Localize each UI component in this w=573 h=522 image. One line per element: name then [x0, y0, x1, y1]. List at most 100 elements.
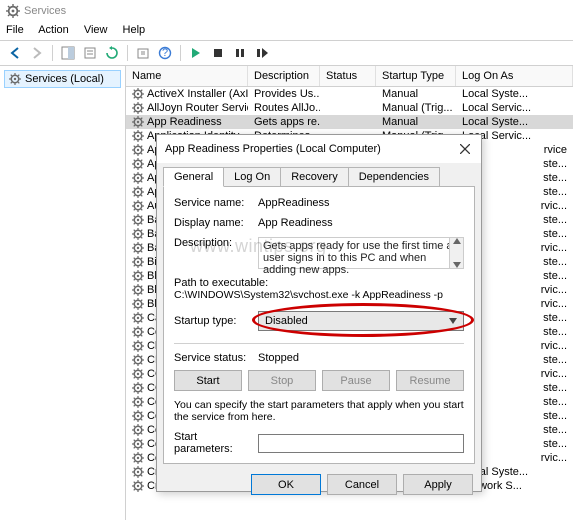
- col-startup-type[interactable]: Startup Type: [376, 66, 456, 86]
- gear-icon: [132, 158, 144, 170]
- help-icon[interactable]: ?: [156, 44, 174, 62]
- window-title: Services: [24, 5, 66, 17]
- back-icon[interactable]: [6, 44, 24, 62]
- path-label: Path to executable:: [174, 277, 464, 289]
- svg-text:?: ?: [162, 47, 168, 59]
- start-params-note: You can specify the start parameters tha…: [174, 399, 464, 423]
- ok-button[interactable]: OK: [251, 474, 321, 495]
- tab-dependencies[interactable]: Dependencies: [348, 167, 440, 187]
- tree-pane: Services (Local): [0, 66, 126, 520]
- gear-icon: [9, 73, 21, 85]
- services-icon: [6, 4, 20, 18]
- desc-cell: Gets apps re...: [248, 116, 320, 128]
- logon-cell: Local Servic...: [456, 102, 573, 114]
- menu-action[interactable]: Action: [38, 24, 69, 36]
- gear-icon: [132, 466, 144, 478]
- table-row[interactable]: AllJoyn Router ServiceRoutes AllJo...Man…: [126, 101, 573, 115]
- gear-icon: [132, 88, 144, 100]
- status-cell: [320, 88, 376, 100]
- col-log-on-as[interactable]: Log On As: [456, 66, 573, 86]
- description-scrollbar[interactable]: [449, 238, 463, 268]
- col-name[interactable]: Name: [126, 66, 248, 86]
- gear-icon: [132, 284, 144, 296]
- path-value: C:\WINDOWS\System32\svchost.exe -k AppRe…: [174, 289, 464, 301]
- pause-button: Pause: [322, 370, 390, 391]
- gear-icon: [132, 144, 144, 156]
- gear-icon: [132, 200, 144, 212]
- tree-item-services-local[interactable]: Services (Local): [4, 70, 121, 88]
- gear-icon: [132, 172, 144, 184]
- service-status-value: Stopped: [258, 352, 464, 364]
- menu-view[interactable]: View: [84, 24, 108, 36]
- restart-service-icon[interactable]: [253, 44, 271, 62]
- list-header: Name Description Status Startup Type Log…: [126, 66, 573, 87]
- gear-icon: [132, 340, 144, 352]
- gear-icon: [132, 452, 144, 464]
- display-name-value: App Readiness: [258, 217, 464, 229]
- service-name-value: AppReadiness: [258, 197, 464, 209]
- description-label: Description:: [174, 237, 258, 249]
- chevron-down-icon: [449, 318, 457, 324]
- gear-icon: [132, 186, 144, 198]
- service-name-label: Service name:: [174, 197, 258, 209]
- dialog-title: App Readiness Properties (Local Computer…: [165, 143, 381, 155]
- tree-item-label: Services (Local): [25, 73, 104, 85]
- status-cell: [320, 102, 376, 114]
- gear-icon: [132, 256, 144, 268]
- toolbar: ?: [0, 40, 573, 66]
- menu-help[interactable]: Help: [123, 24, 146, 36]
- table-row[interactable]: ActiveX Installer (AxInstSV)Provides Us.…: [126, 87, 573, 101]
- tab-general[interactable]: General: [163, 167, 224, 187]
- gear-icon: [132, 354, 144, 366]
- pause-service-icon[interactable]: [231, 44, 249, 62]
- col-status[interactable]: Status: [320, 66, 376, 86]
- scroll-down-icon[interactable]: [453, 262, 461, 268]
- table-row[interactable]: App Readiness Gets apps re... ManualLocal …: [126, 115, 573, 129]
- refresh-icon[interactable]: [103, 44, 121, 62]
- col-description[interactable]: Description: [248, 66, 320, 86]
- stop-service-icon[interactable]: [209, 44, 227, 62]
- gear-icon: [132, 228, 144, 240]
- logon-cell: Local Syste...: [456, 88, 573, 100]
- status-cell: [320, 116, 376, 128]
- apply-button[interactable]: Apply: [403, 474, 473, 495]
- service-name: ActiveX Installer (AxInstSV): [147, 88, 248, 100]
- description-text: Gets apps ready for use the first time a…: [263, 240, 453, 276]
- start-params-input[interactable]: [258, 434, 464, 453]
- tab-recovery[interactable]: Recovery: [280, 167, 348, 187]
- service-name: AllJoyn Router Service: [147, 102, 248, 114]
- start-button[interactable]: Start: [174, 370, 242, 391]
- show-hide-icon[interactable]: [59, 44, 77, 62]
- scroll-up-icon[interactable]: [453, 238, 461, 244]
- tabs: General Log On Recovery Dependencies: [163, 167, 475, 187]
- close-icon[interactable]: [457, 141, 473, 157]
- tab-logon[interactable]: Log On: [223, 167, 281, 187]
- desc-cell: Provides Us...: [248, 88, 320, 100]
- service-name: App Readiness: [147, 116, 222, 128]
- forward-icon: [28, 44, 46, 62]
- cancel-button[interactable]: Cancel: [327, 474, 397, 495]
- gear-icon: [132, 270, 144, 282]
- resume-button: Resume: [396, 370, 464, 391]
- gear-icon: [132, 410, 144, 422]
- startup-type-label: Startup type:: [174, 315, 258, 327]
- dialog-titlebar: App Readiness Properties (Local Computer…: [157, 135, 481, 163]
- gear-icon: [132, 214, 144, 226]
- start-params-label: Start parameters:: [174, 431, 258, 455]
- display-name-label: Display name:: [174, 217, 258, 229]
- startup-type-dropdown[interactable]: Disabled: [258, 311, 464, 331]
- startup-cell: Manual: [376, 116, 456, 128]
- export-icon[interactable]: [134, 44, 152, 62]
- gear-icon: [132, 396, 144, 408]
- stop-button: Stop: [248, 370, 316, 391]
- description-box: Gets apps ready for use the first time a…: [258, 237, 464, 269]
- startup-cell: Manual: [376, 88, 456, 100]
- menu-file[interactable]: File: [6, 24, 24, 36]
- gear-icon: [132, 382, 144, 394]
- start-service-icon[interactable]: [187, 44, 205, 62]
- gear-icon: [132, 438, 144, 450]
- menubar: File Action View Help: [0, 22, 573, 40]
- logon-cell: Local Syste...: [456, 116, 573, 128]
- desc-cell: Routes AllJo...: [248, 102, 320, 114]
- properties-icon[interactable]: [81, 44, 99, 62]
